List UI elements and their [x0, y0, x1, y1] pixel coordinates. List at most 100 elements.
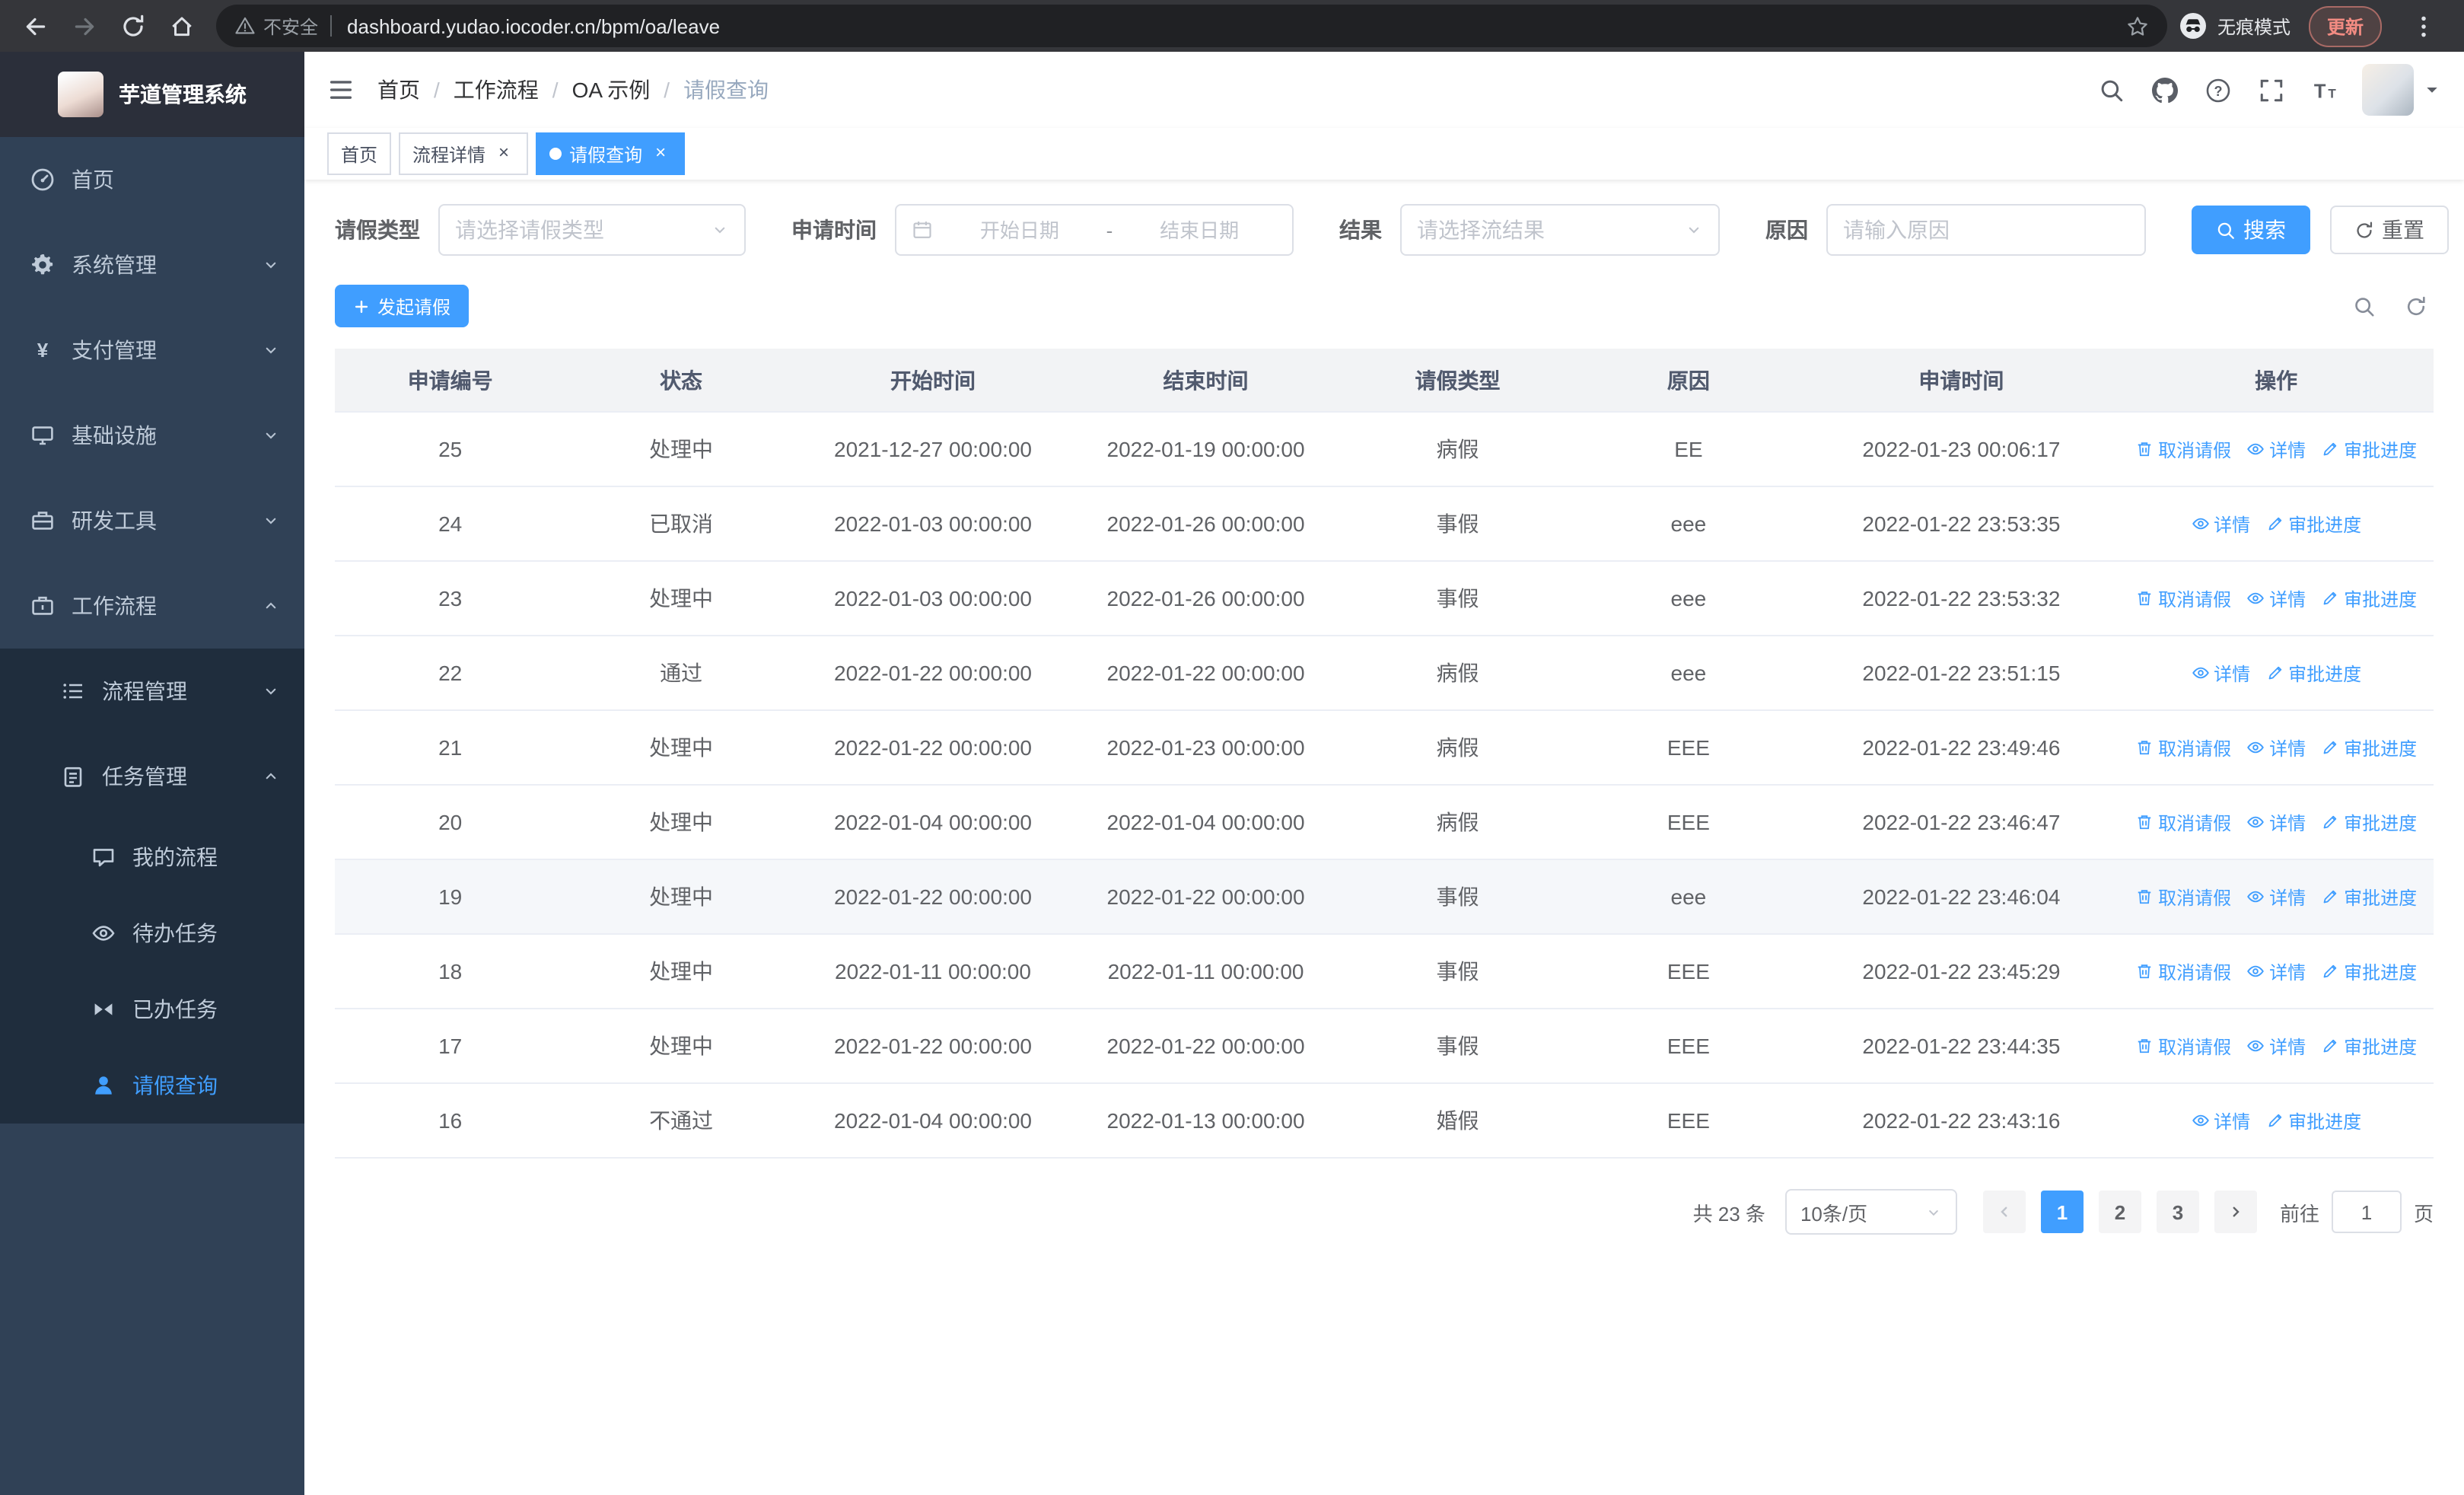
sidebar-item-system[interactable]: 系统管理: [0, 222, 304, 308]
sidebar-item-my-process[interactable]: 我的流程: [0, 819, 304, 895]
create-leave-button[interactable]: 发起请假: [335, 285, 470, 327]
refresh-table-icon[interactable]: [2405, 295, 2427, 317]
detail-action[interactable]: 详情: [2191, 512, 2250, 537]
reset-button[interactable]: 重置: [2330, 206, 2449, 254]
detail-action[interactable]: 详情: [2246, 586, 2306, 612]
security-label[interactable]: 不安全: [263, 13, 318, 39]
result-filter: 结果 请选择流结果: [1339, 204, 1720, 256]
font-size-icon[interactable]: TT: [2310, 76, 2338, 104]
sidebar-item-workflow[interactable]: 工作流程: [0, 563, 304, 649]
reload-button[interactable]: [110, 3, 155, 49]
progress-action[interactable]: 审批进度: [2321, 735, 2417, 761]
end-date-input[interactable]: [1122, 218, 1277, 241]
close-icon[interactable]: ×: [650, 142, 671, 164]
prev-page-button[interactable]: [1982, 1191, 2026, 1233]
progress-action[interactable]: 审批进度: [2321, 1034, 2417, 1060]
table-row[interactable]: 17 处理中 2022-01-22 00:00:00 2022-01-22 00:00…: [335, 1009, 2434, 1084]
sidebar-item-payment[interactable]: ¥ 支付管理: [0, 308, 304, 393]
search-button[interactable]: 搜索: [2192, 206, 2310, 254]
cancel-action[interactable]: 取消请假: [2135, 959, 2231, 985]
breadcrumb-item[interactable]: OA 示例: [572, 75, 651, 105]
result-select[interactable]: 请选择流结果: [1400, 204, 1720, 256]
progress-action[interactable]: 审批进度: [2265, 661, 2361, 687]
tab-leave-query[interactable]: 请假查询 ×: [536, 132, 686, 175]
next-page-button[interactable]: [2214, 1191, 2257, 1233]
detail-action[interactable]: 详情: [2246, 735, 2306, 761]
table-row[interactable]: 22 通过 2022-01-22 00:00:00 2022-01-22 00:00:…: [335, 636, 2434, 711]
table-row[interactable]: 21 处理中 2022-01-22 00:00:00 2022-01-23 00:00…: [335, 710, 2434, 786]
trash-icon: [2135, 888, 2154, 907]
detail-action[interactable]: 详情: [2191, 661, 2250, 687]
table-row[interactable]: 24 已取消 2022-01-03 00:00:00 2022-01-26 00:00…: [335, 486, 2434, 562]
progress-action[interactable]: 审批进度: [2321, 959, 2417, 985]
reason-input[interactable]: [1843, 218, 2129, 242]
url-bar[interactable]: 不安全 dashboard.yudao.iocoder.cn/bpm/oa/le…: [216, 5, 2167, 47]
leave-type-select[interactable]: 请选择请假类型: [438, 204, 746, 256]
avatar-caret-icon[interactable]: [2423, 81, 2441, 99]
detail-action[interactable]: 详情: [2191, 1108, 2250, 1134]
browser-update-button[interactable]: 更新: [2308, 5, 2382, 46]
back-button[interactable]: [12, 3, 58, 49]
sidebar-item-devtools[interactable]: 研发工具: [0, 478, 304, 563]
page-2-button[interactable]: 2: [2098, 1191, 2141, 1233]
close-icon[interactable]: ×: [493, 142, 514, 164]
browser-menu-icon[interactable]: [2400, 3, 2446, 49]
forward-button[interactable]: [61, 3, 107, 49]
sidebar-item-process-mgmt[interactable]: 流程管理: [0, 649, 304, 734]
github-icon[interactable]: [2150, 76, 2178, 104]
cancel-action[interactable]: 取消请假: [2135, 1034, 2231, 1060]
logo[interactable]: 芋道管理系统: [0, 52, 304, 137]
sidebar-item-infra[interactable]: 基础设施: [0, 393, 304, 478]
table-row[interactable]: 19 处理中 2022-01-22 00:00:00 2022-01-22 00:00…: [335, 859, 2434, 935]
progress-action[interactable]: 审批进度: [2265, 512, 2361, 537]
cell-reason: EEE: [1573, 1009, 1804, 1084]
sidebar-item-leave-query[interactable]: 请假查询: [0, 1047, 304, 1124]
toggle-search-icon[interactable]: [2353, 295, 2376, 317]
progress-action[interactable]: 审批进度: [2321, 885, 2417, 910]
table-row[interactable]: 16 不通过 2022-01-04 00:00:00 2022-01-13 00:00…: [335, 1083, 2434, 1159]
home-button[interactable]: [158, 3, 204, 49]
table-row[interactable]: 18 处理中 2022-01-11 00:00:00 2022-01-11 00:00…: [335, 934, 2434, 1009]
detail-action[interactable]: 详情: [2246, 437, 2306, 463]
table-row[interactable]: 23 处理中 2022-01-03 00:00:00 2022-01-26 00:00…: [335, 561, 2434, 636]
progress-action[interactable]: 审批进度: [2265, 1108, 2361, 1134]
start-date-input[interactable]: [942, 218, 1097, 241]
goto-page-input[interactable]: [2331, 1191, 2402, 1233]
sidebar-item-todo-task[interactable]: 待办任务: [0, 895, 304, 971]
search-icon[interactable]: [2097, 76, 2125, 104]
cell-actions: 取消请假 详情 审批进度: [2119, 934, 2434, 1009]
cancel-action[interactable]: 取消请假: [2135, 586, 2231, 612]
bookmark-star-icon[interactable]: [2126, 14, 2149, 37]
table-row[interactable]: 25 处理中 2021-12-27 00:00:00 2022-01-19 00:00…: [335, 412, 2434, 487]
table-row[interactable]: 20 处理中 2022-01-04 00:00:00 2022-01-04 00:00…: [335, 785, 2434, 860]
tab-process-detail[interactable]: 流程详情 ×: [399, 132, 529, 175]
breadcrumb-item[interactable]: 首页: [377, 75, 420, 105]
date-range-picker[interactable]: -: [895, 204, 1294, 256]
progress-action[interactable]: 审批进度: [2321, 437, 2417, 463]
url-text[interactable]: dashboard.yudao.iocoder.cn/bpm/oa/leave: [347, 14, 720, 37]
fullscreen-icon[interactable]: [2257, 76, 2284, 104]
progress-action[interactable]: 审批进度: [2321, 586, 2417, 612]
breadcrumb-item[interactable]: 工作流程: [454, 75, 539, 105]
cancel-action[interactable]: 取消请假: [2135, 885, 2231, 910]
sidebar-item-home[interactable]: 首页: [0, 137, 304, 222]
page-1-button[interactable]: 1: [2040, 1191, 2084, 1233]
collapse-sidebar-icon[interactable]: [327, 76, 355, 104]
detail-action[interactable]: 详情: [2246, 810, 2306, 836]
sidebar-item-done-task[interactable]: 已办任务: [0, 971, 304, 1047]
detail-action[interactable]: 详情: [2246, 959, 2306, 985]
progress-action[interactable]: 审批进度: [2321, 810, 2417, 836]
cell-status: 处理中: [565, 785, 797, 860]
page-3-button[interactable]: 3: [2156, 1191, 2199, 1233]
detail-action[interactable]: 详情: [2246, 885, 2306, 910]
cell-status: 已取消: [565, 486, 797, 562]
page-size-select[interactable]: 10条/页: [1784, 1189, 1957, 1235]
cancel-action[interactable]: 取消请假: [2135, 437, 2231, 463]
detail-action[interactable]: 详情: [2246, 1034, 2306, 1060]
user-avatar[interactable]: [2362, 64, 2414, 116]
cancel-action[interactable]: 取消请假: [2135, 810, 2231, 836]
help-icon[interactable]: ?: [2204, 76, 2231, 104]
tab-home[interactable]: 首页: [327, 132, 392, 175]
cancel-action[interactable]: 取消请假: [2135, 735, 2231, 761]
sidebar-item-task-mgmt[interactable]: 任务管理: [0, 734, 304, 819]
